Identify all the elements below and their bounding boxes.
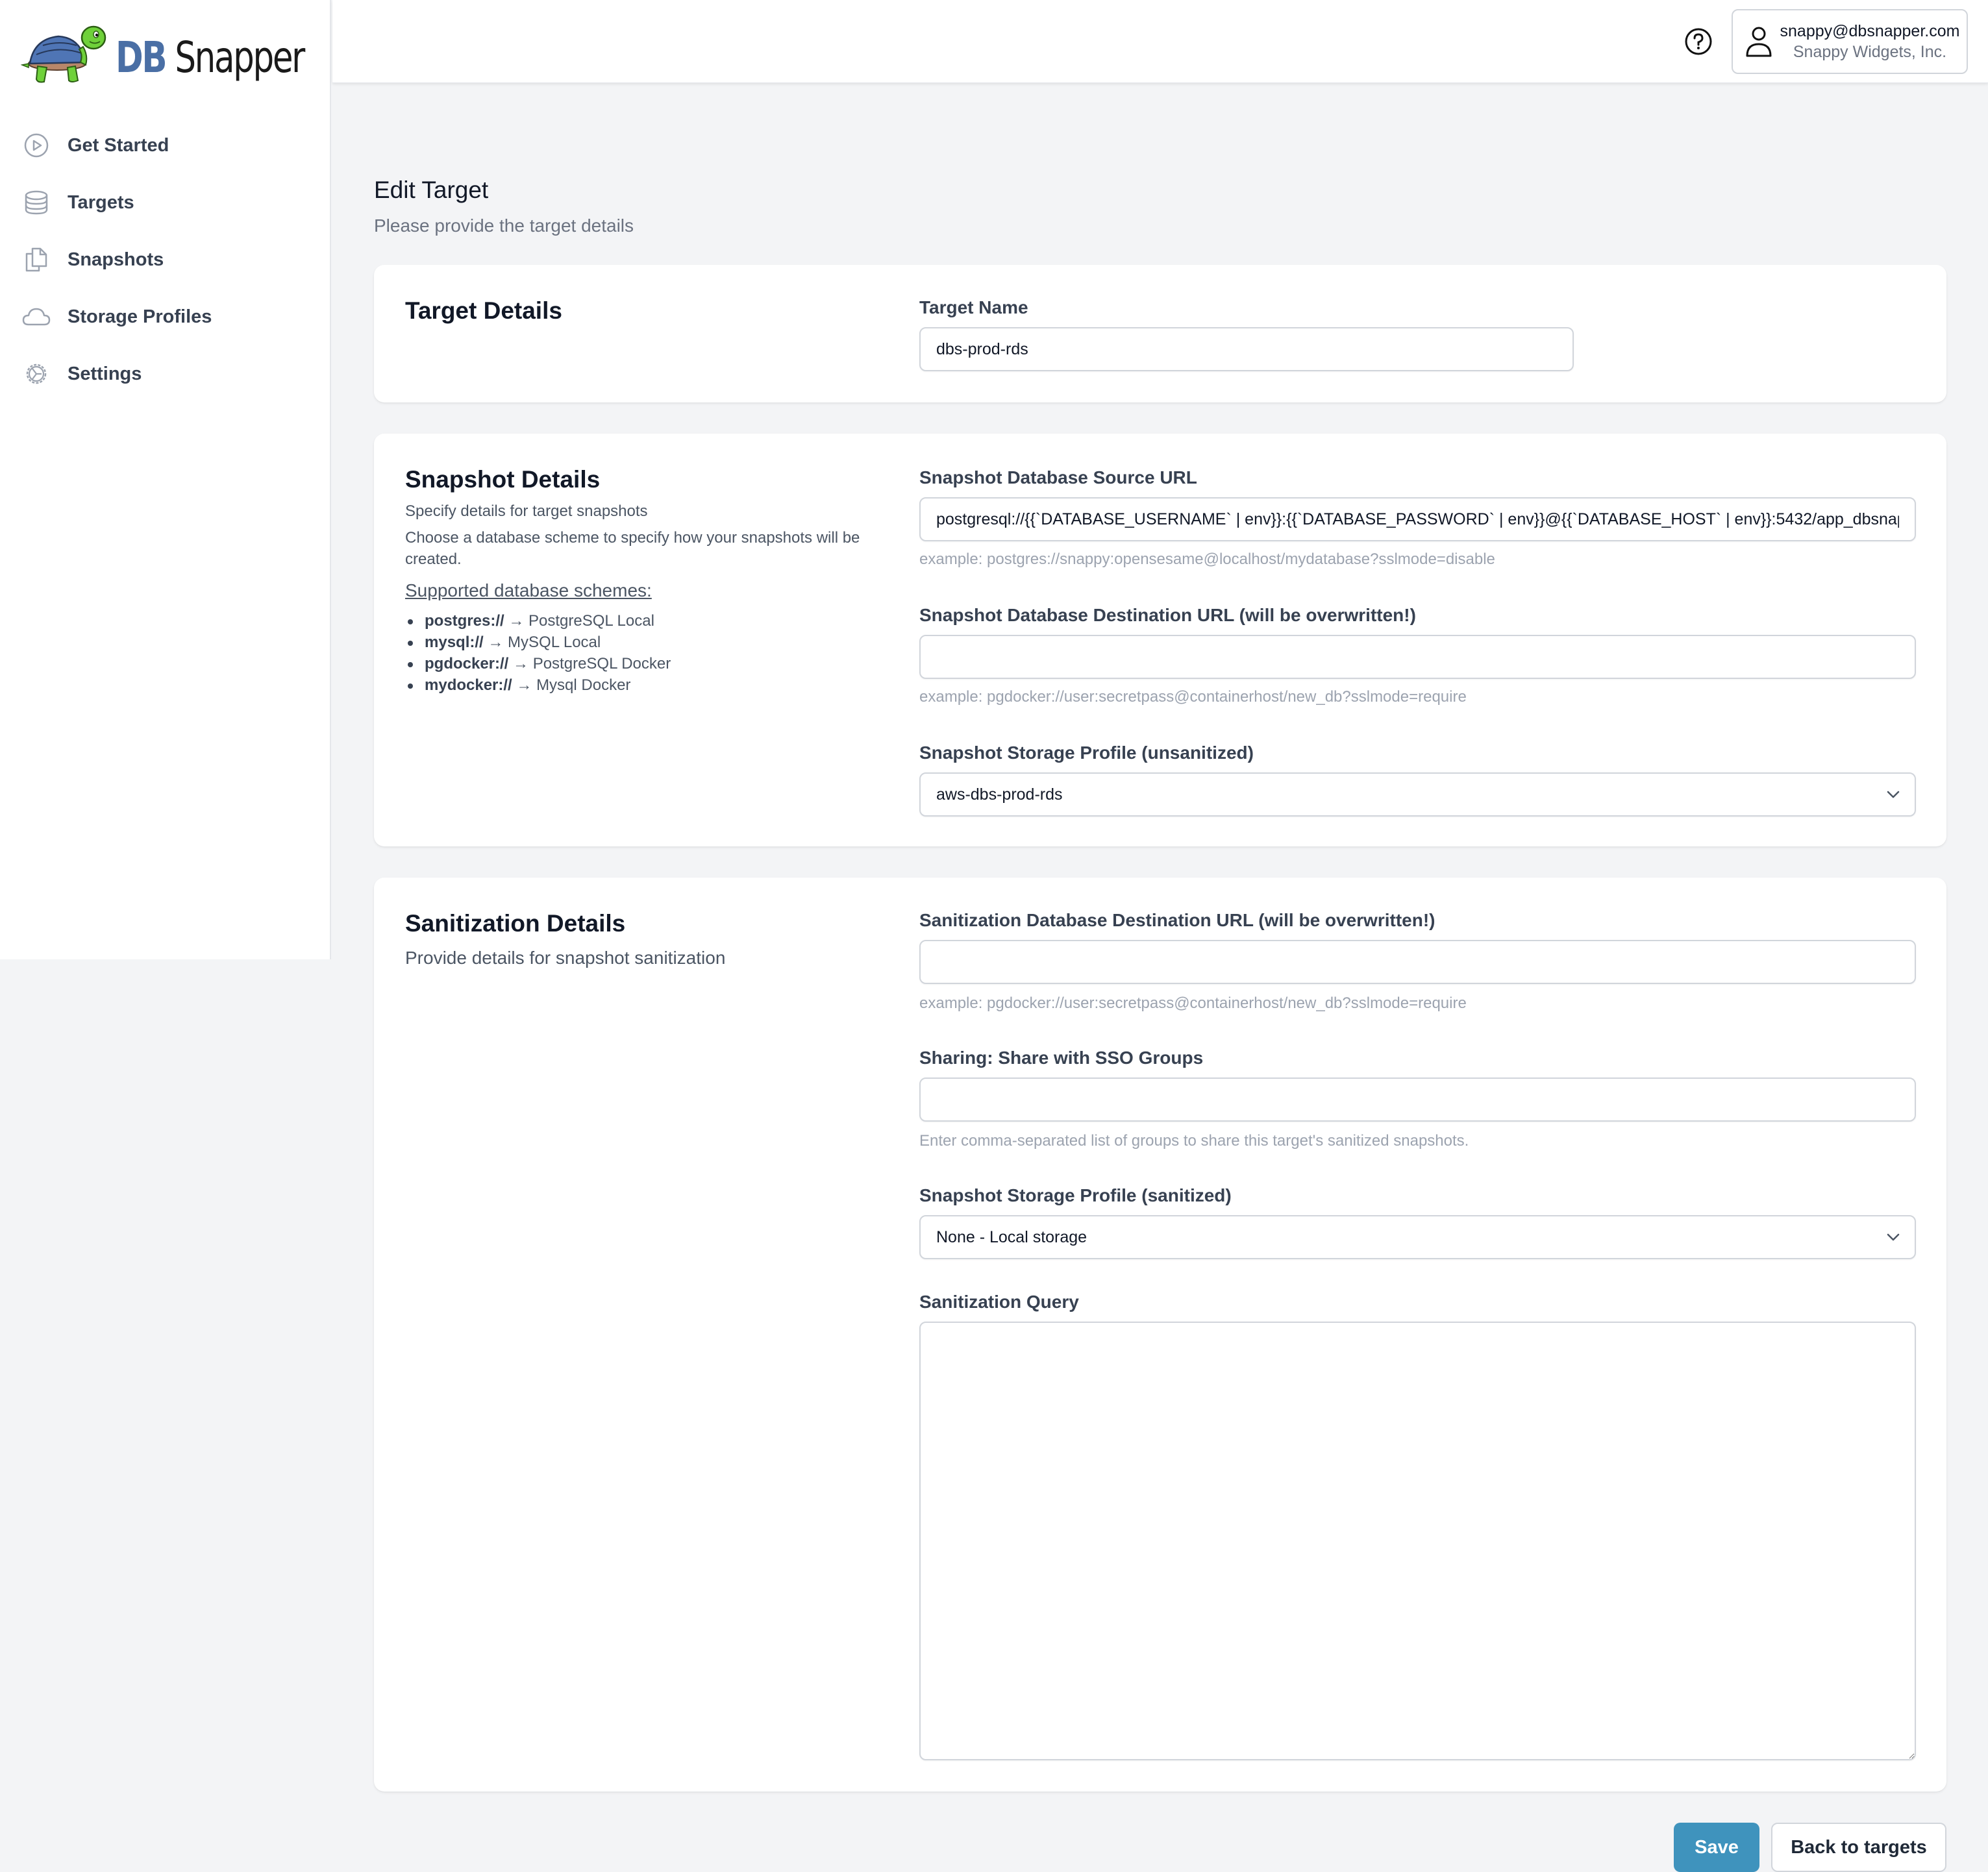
sanitization-dest-url-hint: example: pgdocker://user:secretpass@cont… — [919, 994, 1467, 1012]
scheme-arrow: → — [508, 612, 525, 630]
turtle-logo-icon — [21, 25, 106, 83]
user-email: snappy@dbsnapper.com — [1780, 22, 1960, 40]
scheme-description: MySQL Local — [508, 634, 601, 651]
sidebar-item-label: Targets — [68, 191, 134, 213]
dest-url-hint: example: pgdocker://user:secretpass@cont… — [919, 688, 1467, 706]
storage-profile-sanitized-select[interactable]: None - Local storage — [919, 1215, 1916, 1259]
logo-brand-prefix: DB — [116, 32, 168, 82]
sidebar-item-label: Get Started — [68, 134, 169, 156]
target-name-input[interactable] — [919, 327, 1574, 371]
sanitization-query-textarea[interactable] — [919, 1322, 1916, 1760]
supported-schemes-title: Supported database schemes: — [405, 580, 652, 600]
scheme-item: postgres:// → PostgreSQL Local — [405, 610, 671, 632]
database-icon — [22, 188, 51, 217]
app-logo[interactable]: DB Snapper — [21, 23, 357, 91]
sidebar-item-get-started[interactable]: Get Started — [0, 117, 330, 174]
scheme-name: mydocker:// — [425, 676, 512, 694]
play-circle-icon — [22, 131, 51, 160]
app-logo-text: DB Snapper — [116, 32, 305, 82]
dest-url-input[interactable] — [919, 635, 1916, 679]
source-url-input[interactable] — [919, 497, 1916, 541]
snapshot-scheme-description: Choose a database scheme to specify how … — [405, 529, 860, 568]
scheme-name: pgdocker:// — [425, 655, 509, 672]
question-circle-icon — [1685, 28, 1712, 55]
user-menu-button[interactable]: snappy@dbsnapper.com Snappy Widgets, Inc… — [1732, 9, 1968, 74]
back-to-targets-button[interactable]: Back to targets — [1771, 1823, 1946, 1872]
scheme-arrow: → — [516, 676, 532, 694]
scheme-name: mysql:// — [425, 634, 484, 651]
sidebar-nav: Get Started Targets Snapshots Storage Pr… — [0, 117, 330, 402]
page-title: Edit Target — [374, 177, 489, 203]
target-details-title: Target Details — [405, 297, 562, 324]
sso-groups-hint: Enter comma-separated list of groups to … — [919, 1132, 1469, 1150]
page-subtitle: Please provide the target details — [374, 216, 634, 236]
source-url-hint: example: postgres://snappy:opensesame@lo… — [919, 550, 1495, 568]
sidebar-item-label: Snapshots — [68, 249, 164, 270]
user-organization: Snappy Widgets, Inc. — [1793, 43, 1947, 61]
help-button[interactable] — [1684, 27, 1713, 56]
target-name-label: Target Name — [919, 297, 1028, 317]
scheme-arrow: → — [513, 655, 529, 672]
sanitization-dest-url-input[interactable] — [919, 940, 1916, 984]
documents-icon — [22, 245, 51, 274]
sanitization-details-description: Provide details for snapshot sanitizatio… — [405, 948, 726, 968]
sidebar-item-targets[interactable]: Targets — [0, 174, 330, 231]
storage-profile-sanitized-value[interactable]: None - Local storage — [919, 1215, 1916, 1259]
logo-brand-suffix: Snapper — [175, 32, 305, 82]
sidebar-item-label: Storage Profiles — [68, 306, 212, 327]
sanitization-dest-url-label: Sanitization Database Destination URL (w… — [919, 910, 1435, 930]
target-details-card: Target Details Target Name — [374, 265, 1946, 402]
dest-url-label: Snapshot Database Destination URL (will … — [919, 605, 1416, 625]
cloud-icon — [22, 302, 51, 331]
gear-icon — [22, 360, 51, 388]
sidebar-item-settings[interactable]: Settings — [0, 345, 330, 402]
sidebar: DB Snapper Get Started Targets Snapshots… — [0, 0, 331, 959]
storage-profile-unsanitized-value[interactable]: aws-dbs-prod-rds — [919, 772, 1916, 817]
sidebar-item-snapshots[interactable]: Snapshots — [0, 231, 330, 288]
scheme-description: PostgreSQL Docker — [532, 655, 671, 672]
sso-groups-label: Sharing: Share with SSO Groups — [919, 1048, 1204, 1068]
sidebar-item-storage-profiles[interactable]: Storage Profiles — [0, 288, 330, 345]
storage-profile-unsanitized-label: Snapshot Storage Profile (unsanitized) — [919, 743, 1254, 763]
supported-schemes-list: postgres:// → PostgreSQL Local mysql:// … — [405, 610, 671, 696]
sanitization-details-card: Sanitization Details Provide details for… — [374, 878, 1946, 1792]
scheme-description: PostgreSQL Local — [528, 612, 654, 630]
source-url-label: Snapshot Database Source URL — [919, 467, 1197, 487]
snapshot-details-card: Snapshot Details Specify details for tar… — [374, 434, 1946, 846]
snapshot-details-description: Specify details for target snapshots — [405, 502, 648, 520]
snapshot-details-title: Snapshot Details — [405, 466, 601, 493]
scheme-arrow: → — [488, 634, 504, 651]
save-button[interactable]: Save — [1674, 1823, 1759, 1872]
sidebar-item-label: Settings — [68, 363, 142, 384]
scheme-item: mysql:// → MySQL Local — [405, 632, 671, 653]
scheme-name: postgres:// — [425, 612, 504, 630]
scheme-item: mydocker:// → Mysql Docker — [405, 674, 671, 696]
scheme-description: Mysql Docker — [536, 676, 631, 694]
sso-groups-input[interactable] — [919, 1078, 1916, 1122]
scheme-item: pgdocker:// → PostgreSQL Docker — [405, 653, 671, 674]
user-icon — [1746, 27, 1772, 57]
chevron-down-icon — [1887, 791, 1900, 798]
sanitization-details-title: Sanitization Details — [405, 910, 626, 937]
storage-profile-sanitized-label: Snapshot Storage Profile (sanitized) — [919, 1185, 1232, 1205]
user-info: snappy@dbsnapper.com Snappy Widgets, Inc… — [1773, 21, 1967, 62]
storage-profile-unsanitized-select[interactable]: aws-dbs-prod-rds — [919, 772, 1916, 817]
sanitization-query-label: Sanitization Query — [919, 1292, 1079, 1312]
chevron-down-icon — [1887, 1233, 1900, 1241]
